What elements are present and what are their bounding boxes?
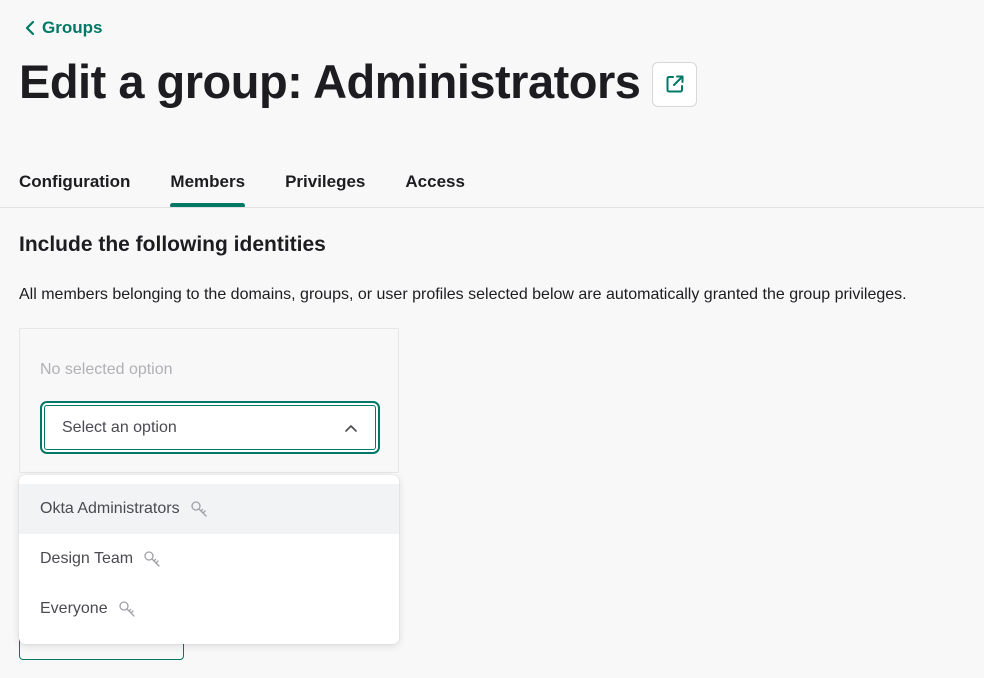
- select-placeholder: Select an option: [62, 418, 177, 436]
- option-everyone[interactable]: Everyone: [19, 584, 399, 634]
- section-description: All members belonging to the domains, gr…: [19, 286, 907, 303]
- external-link-icon: [666, 75, 684, 93]
- page-title: Edit a group: Administrators: [19, 55, 641, 108]
- select-option-dropdown[interactable]: Select an option: [40, 401, 380, 454]
- option-label: Design Team: [40, 550, 134, 567]
- open-external-button[interactable]: [652, 61, 698, 107]
- tab-divider: [0, 207, 984, 208]
- key-icon: [144, 551, 160, 567]
- option-design-team[interactable]: Design Team: [19, 534, 399, 584]
- tab-access[interactable]: Access: [405, 160, 465, 208]
- tab-bar: Configuration Members Privileges Access: [19, 160, 984, 208]
- key-icon: [190, 501, 207, 517]
- key-icon: [118, 601, 135, 617]
- identity-selector: No selected option Select an option: [19, 328, 399, 473]
- option-label: Okta Administrators: [40, 500, 180, 517]
- no-selected-text: No selected option: [40, 361, 173, 378]
- chevron-left-icon: [25, 20, 35, 36]
- options-menu: Okta Administrators Design Team Everyone: [19, 475, 399, 644]
- back-to-groups-link[interactable]: Groups: [24, 18, 102, 38]
- tab-privileges[interactable]: Privileges: [285, 160, 365, 208]
- option-label: Everyone: [40, 600, 108, 617]
- tab-members[interactable]: Members: [170, 160, 245, 208]
- option-okta-administrators[interactable]: Okta Administrators: [19, 484, 399, 534]
- tab-configuration[interactable]: Configuration: [19, 160, 130, 208]
- page: Groups Edit a group: Administrators Conf…: [0, 0, 984, 678]
- title-row: Edit a group: Administrators: [19, 52, 698, 112]
- back-link-label: Groups: [42, 18, 103, 37]
- section-heading: Include the following identities: [19, 233, 326, 256]
- chevron-up-icon: [345, 424, 357, 432]
